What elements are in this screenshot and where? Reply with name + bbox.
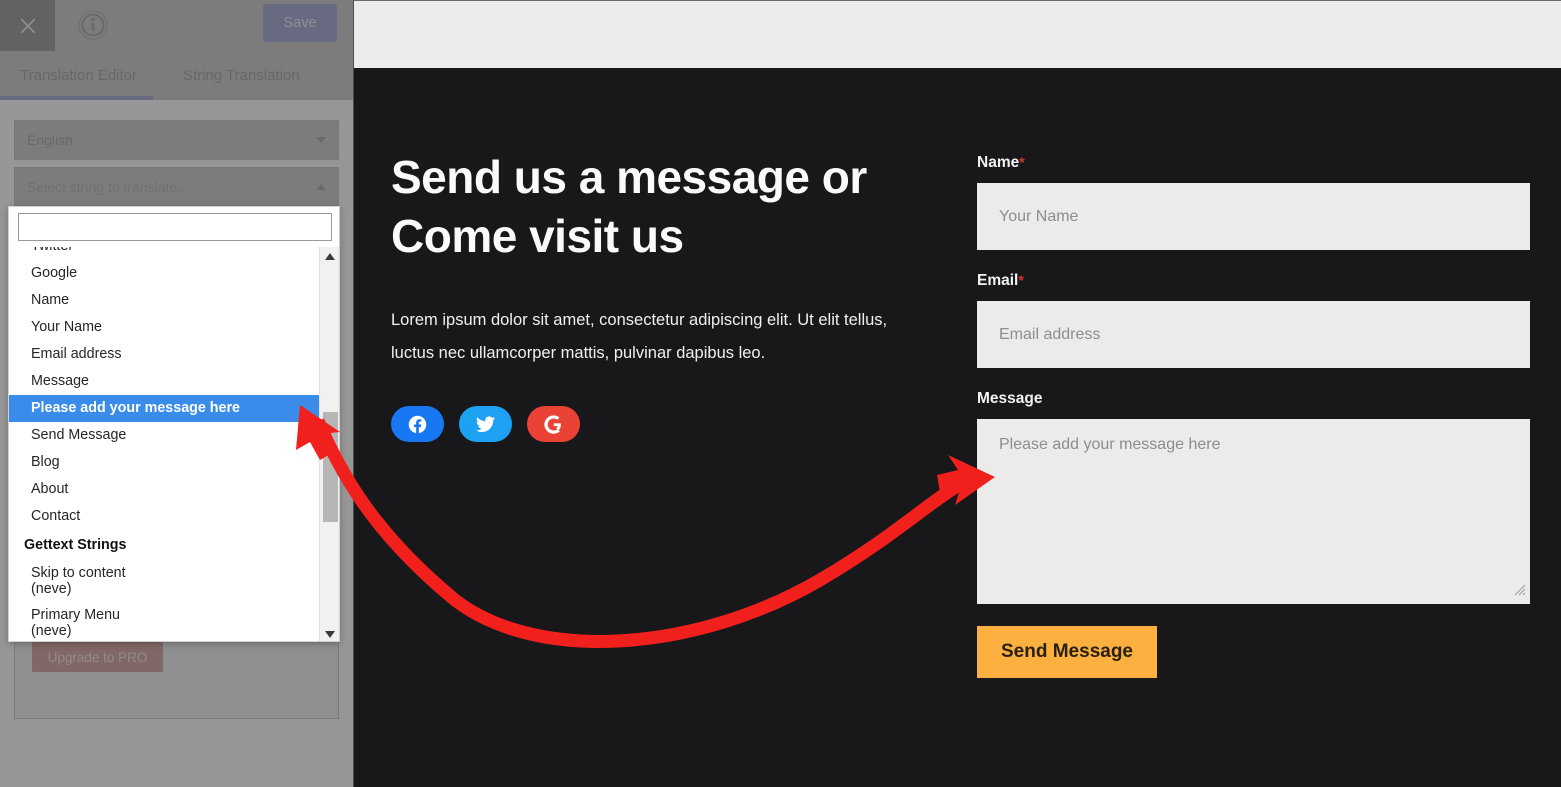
list-item[interactable]: Twitter [9,247,321,260]
string-select-value: Select string to translate... [27,179,189,195]
list-item-label: Twitter [31,247,73,254]
sidebar-topbar: Save [0,0,353,51]
email-label-text: Email [977,272,1019,289]
intro-paragraph: Lorem ipsum dolor sit amet, consectetur … [391,311,888,362]
facebook-icon[interactable] [391,406,444,442]
screen-root: Save Translation Editor String Translati… [0,0,1561,787]
list-item-label: Blog [31,454,60,470]
name-label-text: Name [977,154,1020,171]
info-icon[interactable] [76,8,110,42]
google-glyph [544,414,561,434]
list-item[interactable]: Google [9,260,321,287]
list-item-label: About [31,481,69,497]
close-icon[interactable] [0,0,55,51]
scrollbar-thumb[interactable] [323,412,338,522]
list-item-label: Skip to content [31,565,126,581]
list-group-header: Gettext Strings [9,530,321,560]
list-item-label: Contact [31,508,81,524]
list-group-header-label: Gettext Strings [24,537,127,553]
list-item[interactable]: Name [9,287,321,314]
chevron-up-icon [316,184,326,190]
chevron-down-icon [316,137,326,143]
list-item-label: Your Name [31,319,102,335]
list-item[interactable]: About [9,476,321,503]
triangle-down-icon [325,630,335,638]
name-field-label: Name* [977,154,1530,172]
string-select-dropdown: Twitter Google Name Your Name Email addr… [8,206,340,642]
dropdown-search-input[interactable] [18,213,332,241]
dropdown-scrollport: Twitter Google Name Your Name Email addr… [9,247,321,641]
send-message-button[interactable]: Send Message [977,626,1157,678]
list-item[interactable]: Contact [9,503,321,530]
upgrade-to-pro-button[interactable]: Upgrade to PRO [32,642,163,672]
triangle-up-icon [325,252,335,260]
tab-translation-editor[interactable]: Translation Editor [0,51,161,100]
twitter-icon[interactable] [459,406,512,442]
info-glyph [78,10,108,40]
social-links [391,406,921,442]
email-input[interactable] [977,301,1530,368]
list-item[interactable]: Primary Menu (neve) [9,602,321,641]
list-item-label: Google [31,265,78,281]
twitter-glyph [475,415,496,432]
google-icon[interactable] [527,406,580,442]
language-select-value: English [27,132,73,148]
tab-string-translation[interactable]: String Translation [161,51,324,100]
sidebar-tabs: Translation Editor String Translation [0,51,353,100]
site-preview: Send us a message or Come visit us Lorem… [353,0,1561,787]
list-item-sublabel: (neve) [31,581,72,597]
save-button[interactable]: Save [263,4,337,42]
list-item-label: Name [31,292,70,308]
scroll-down-button[interactable] [320,625,339,641]
list-item-selected[interactable]: Please add your message here [9,395,321,422]
message-label-text: Message [977,390,1043,407]
list-item[interactable]: Skip to content (neve) [9,560,321,602]
scroll-up-button[interactable] [320,247,339,265]
list-item-label: Please add your message here [31,400,241,416]
email-field-label: Email* [977,272,1530,290]
required-marker: * [1019,154,1025,170]
list-item-label: Primary Menu [31,607,120,623]
contact-form: Name* Email* Message Send Message [977,154,1530,678]
name-input[interactable] [977,183,1530,250]
list-item[interactable]: Send Message [9,422,321,449]
contact-intro-column: Send us a message or Come visit us Lorem… [391,148,921,442]
facebook-glyph [408,415,427,433]
preview-content: Send us a message or Come visit us Lorem… [354,68,1561,787]
tab-string-translation-label: String Translation [183,67,300,84]
sidebar-controls: English Select string to translate... [0,100,353,207]
language-select[interactable]: English [14,120,339,160]
list-item[interactable]: Blog [9,449,321,476]
string-select[interactable]: Select string to translate... [14,167,339,207]
tab-translation-editor-label: Translation Editor [20,67,137,84]
message-textarea[interactable] [977,419,1530,604]
message-field-label: Message [977,390,1530,408]
list-item[interactable]: Your Name [9,314,321,341]
page-title: Send us a message or Come visit us [391,151,867,262]
list-item[interactable]: Email address [9,341,321,368]
close-glyph [20,18,35,33]
required-marker: * [1018,272,1024,288]
dropdown-scrollbar[interactable] [319,247,339,641]
list-item-sublabel: (neve) [31,623,72,639]
preview-header-bar [354,0,1561,68]
list-item-label: Send Message [31,427,127,443]
list-item-label: Email address [31,346,122,362]
list-item-label: Message [31,373,90,389]
list-item[interactable]: Message [9,368,321,395]
dropdown-list: Twitter Google Name Your Name Email addr… [9,247,339,641]
